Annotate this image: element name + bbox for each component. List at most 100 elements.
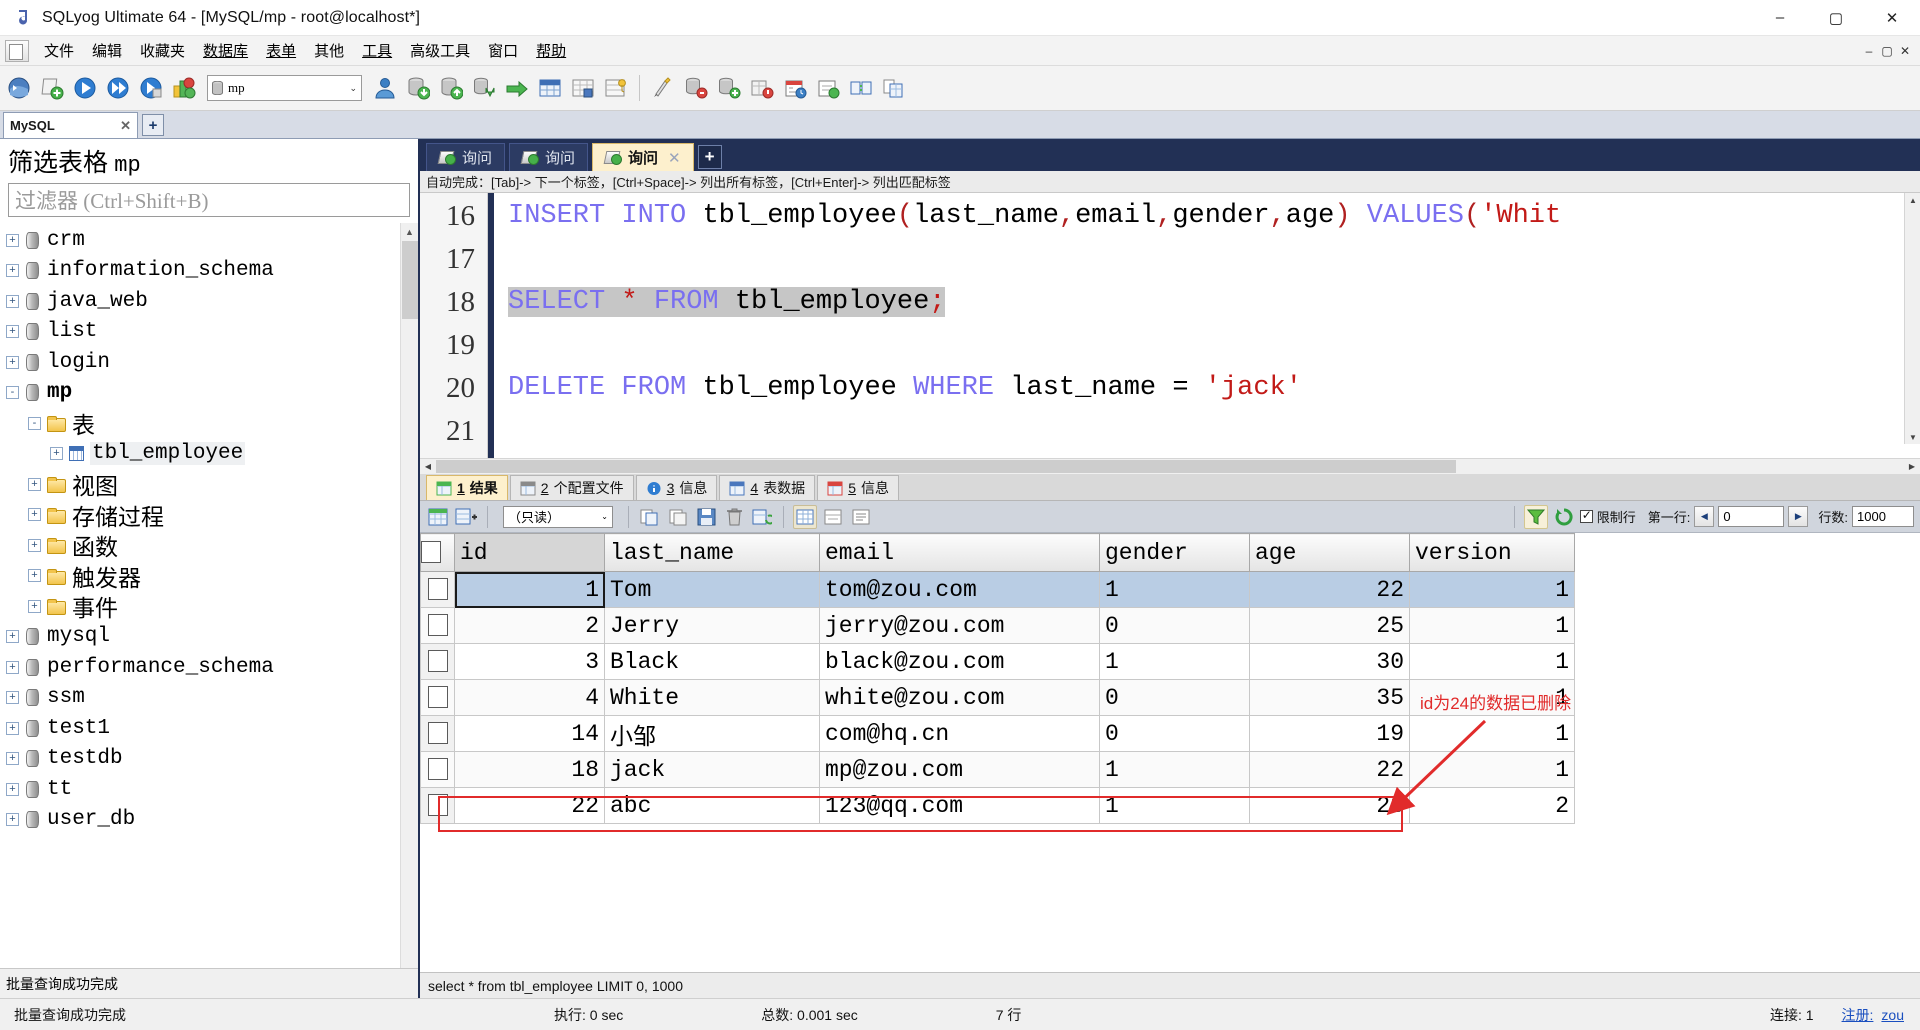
grid-cell-version[interactable]: 1	[1410, 608, 1575, 644]
grid-cell-age[interactable]: 30	[1250, 644, 1410, 680]
import-data-icon[interactable]	[403, 73, 433, 103]
grid-cell-age[interactable]: 35	[1250, 680, 1410, 716]
sql-editor-body[interactable]: 1617181920212223 INSERT INTO tbl_employe…	[420, 193, 1920, 458]
scroll-right-icon[interactable]: ▶	[1904, 460, 1920, 474]
grid-cell-email[interactable]: tom@zou.com	[820, 572, 1100, 608]
close-icon[interactable]: ✕	[668, 149, 681, 167]
tree-node-testdb[interactable]: +testdb	[0, 744, 418, 775]
sql-editor[interactable]: 1617181920212223 INSERT INTO tbl_employe…	[420, 193, 1920, 474]
restore-database-icon[interactable]	[502, 73, 532, 103]
grid-column-header-email[interactable]: email	[820, 534, 1100, 572]
expand-icon[interactable]: +	[6, 722, 19, 735]
tree-node-information_schema[interactable]: +information_schema	[0, 256, 418, 287]
table-diagnostics-icon[interactable]	[747, 73, 777, 103]
code-line[interactable]: DELETE FROM tbl_employee WHERE last_name…	[494, 367, 1920, 410]
menu-item-help[interactable]: 帮助	[527, 37, 575, 64]
alter-table-icon[interactable]	[568, 73, 598, 103]
close-button[interactable]: ✕	[1864, 0, 1920, 36]
form-layout-icon[interactable]	[821, 505, 845, 529]
grid-cell-last_name[interactable]: Jerry	[605, 608, 820, 644]
expand-icon[interactable]: +	[6, 630, 19, 643]
grid-layout-icon[interactable]	[793, 505, 817, 529]
menu-item-database[interactable]: 数据库	[194, 37, 257, 64]
table-row[interactable]: 1Tomtom@zou.com1221	[421, 572, 1575, 608]
tree-node--[interactable]: +函数	[0, 530, 418, 561]
filter-icon[interactable]	[1524, 505, 1548, 529]
maximize-button[interactable]: ▢	[1808, 0, 1864, 36]
scroll-up-icon[interactable]: ▲	[401, 223, 418, 241]
query-tab-1[interactable]: 询问	[426, 143, 505, 171]
expand-icon[interactable]: +	[28, 539, 41, 552]
tree-node--[interactable]: -表	[0, 408, 418, 439]
schema-designer-icon[interactable]	[648, 73, 678, 103]
menu-item-edit[interactable]: 编辑	[83, 37, 131, 64]
grid-cell-last_name[interactable]: jack	[605, 752, 820, 788]
tree-node-tbl_employee[interactable]: +tbl_employee	[0, 439, 418, 470]
expand-icon[interactable]: +	[28, 600, 41, 613]
result-tab-信息[interactable]: 5信息	[817, 475, 899, 500]
close-icon[interactable]: ✕	[110, 118, 131, 134]
tree-node-performance_schema[interactable]: +performance_schema	[0, 652, 418, 683]
expand-icon[interactable]: +	[6, 264, 19, 277]
scrollbar-thumb[interactable]	[402, 241, 418, 319]
expand-icon[interactable]: +	[6, 783, 19, 796]
manage-index-icon[interactable]	[601, 73, 631, 103]
row-checkbox[interactable]	[428, 686, 448, 708]
rows-count-input[interactable]: 1000	[1852, 506, 1914, 527]
expand-icon[interactable]: +	[28, 569, 41, 582]
select-all-checkbox[interactable]	[421, 541, 441, 563]
user-manager-icon[interactable]	[370, 73, 400, 103]
code-line[interactable]	[494, 324, 1920, 367]
tree-node-login[interactable]: +login	[0, 347, 418, 378]
result-tab-信息[interactable]: 3信息	[636, 475, 718, 500]
grid-cell-version[interactable]: 1	[1410, 644, 1575, 680]
grid-cell-email[interactable]: com@hq.cn	[820, 716, 1100, 752]
code-line[interactable]	[494, 238, 1920, 281]
grid-column-header-id[interactable]: id	[455, 534, 605, 572]
tree-node-crm[interactable]: +crm	[0, 225, 418, 256]
refresh-icon[interactable]	[1552, 505, 1576, 529]
result-grid-container[interactable]: idlast_nameemailgenderageversion1Tomtom@…	[420, 533, 1920, 972]
scheduled-backup-icon[interactable]	[780, 73, 810, 103]
query-tab-3[interactable]: 询问✕	[592, 143, 694, 171]
data-sync-icon[interactable]	[846, 73, 876, 103]
grid-cell-age[interactable]: 22	[1250, 572, 1410, 608]
menu-item-favorites[interactable]: 收藏夹	[131, 37, 194, 64]
tree-node--[interactable]: +视图	[0, 469, 418, 500]
grid-cell-gender[interactable]: 0	[1100, 716, 1250, 752]
new-connection-icon[interactable]	[4, 73, 34, 103]
menu-item-tools[interactable]: 工具	[353, 37, 401, 64]
row-select-cell[interactable]	[421, 680, 455, 716]
tree-node--[interactable]: +存储过程	[0, 500, 418, 531]
delete-row-icon[interactable]	[722, 505, 746, 529]
scroll-down-icon[interactable]: ▼	[1905, 430, 1920, 444]
row-checkbox[interactable]	[428, 758, 448, 780]
database-selector[interactable]: mp ⌄	[207, 75, 362, 101]
tree-node-ssm[interactable]: +ssm	[0, 683, 418, 714]
add-connection-button[interactable]: +	[142, 114, 164, 136]
grid-cell-gender[interactable]: 1	[1100, 644, 1250, 680]
row-checkbox[interactable]	[428, 614, 448, 636]
duplicate-row-icon[interactable]	[666, 505, 690, 529]
grid-cell-gender[interactable]: 0	[1100, 680, 1250, 716]
mdi-restore-button[interactable]: –	[1860, 42, 1878, 60]
sidebar-scrollbar[interactable]: ▲	[400, 223, 418, 968]
expand-icon[interactable]: +	[6, 325, 19, 338]
execute-query-icon[interactable]	[70, 73, 100, 103]
grid-cell-email[interactable]: white@zou.com	[820, 680, 1100, 716]
save-changes-icon[interactable]	[694, 505, 718, 529]
expand-icon[interactable]: +	[50, 447, 63, 460]
h-scrollbar-thumb[interactable]	[436, 460, 1456, 473]
mdi-maximize-button[interactable]: ▢	[1878, 42, 1896, 60]
expand-icon[interactable]: +	[6, 661, 19, 674]
row-select-cell[interactable]	[421, 752, 455, 788]
refresh-objects-icon[interactable]	[169, 73, 199, 103]
code-line[interactable]	[494, 410, 1920, 453]
scroll-left-icon[interactable]: ◀	[420, 460, 436, 474]
row-checkbox[interactable]	[428, 578, 448, 600]
tree-node-mp[interactable]: -mp	[0, 378, 418, 409]
add-query-tab-button[interactable]: +	[698, 145, 722, 169]
backup-database-icon[interactable]	[469, 73, 499, 103]
tree-node-java_web[interactable]: +java_web	[0, 286, 418, 317]
grid-cell-last_name[interactable]: Black	[605, 644, 820, 680]
